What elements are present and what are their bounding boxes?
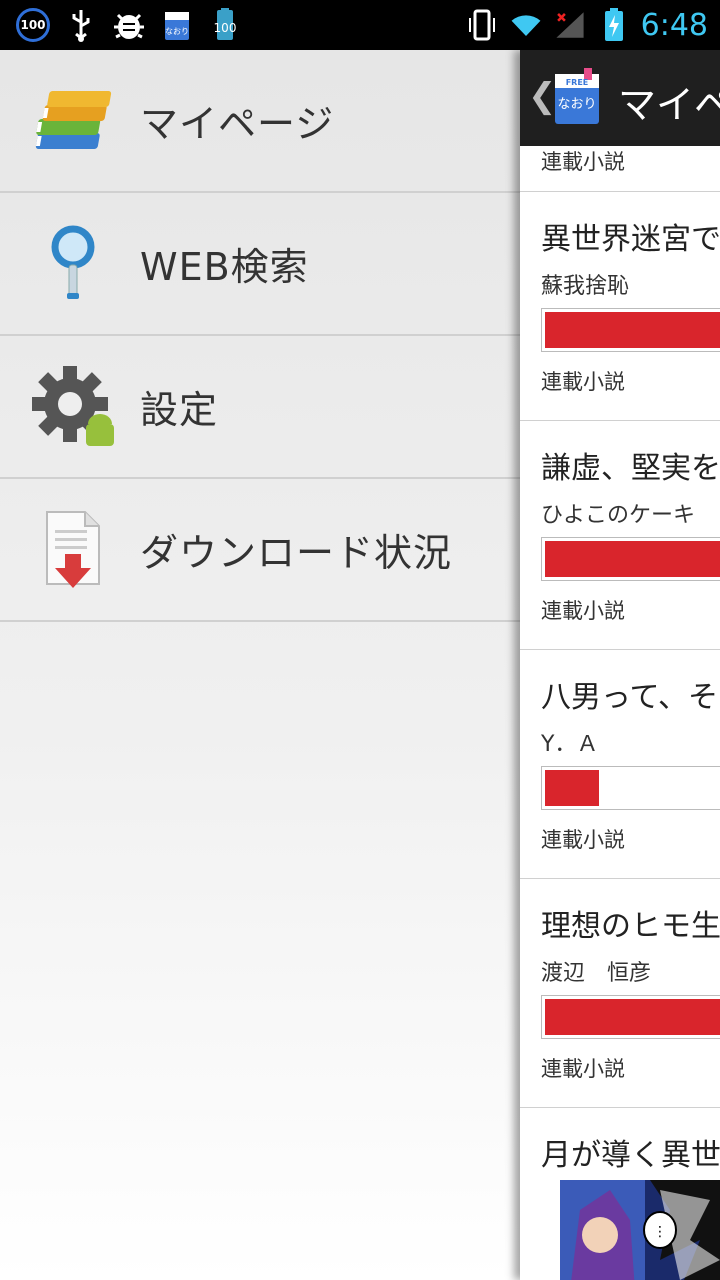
drawer-item-label: WEB検索 <box>140 245 309 289</box>
main-content: ❮ FREE なおり マイペ 連載小説 異世界迷宮で 蘇我捨恥 連載小説 謙虚、… <box>520 50 720 1280</box>
novel-list: 連載小説 異世界迷宮で 蘇我捨恥 連載小説 謙虚、堅実を ひよこのケーキ 連載小… <box>520 146 720 1280</box>
vibrate-icon <box>465 8 499 42</box>
novel-cover-thumbnail: ⋮ <box>560 1180 720 1280</box>
naori-app-icon: なおり <box>160 8 194 42</box>
progress-fill <box>545 999 720 1035</box>
novel-title: 月が導く異世 <box>541 1138 720 1173</box>
svg-text:なおり: なおり <box>165 27 189 36</box>
drawer-item-mypage[interactable]: マイページ <box>0 50 520 193</box>
clock-time: 6:48 <box>640 7 708 43</box>
novel-title: 謙虚、堅実を <box>541 451 720 486</box>
novel-author: 蘇我捨恥 <box>541 274 630 299</box>
badge-text: 100 <box>20 18 46 32</box>
list-item[interactable]: 理想のヒモ生 渡辺 恒彦 連載小説 <box>520 879 720 1108</box>
progress-bar <box>541 308 720 352</box>
settings-gear-icon <box>28 362 118 452</box>
battery-100-icon: 100 <box>208 8 242 42</box>
drawer-item-label: ダウンロード状況 <box>140 531 453 575</box>
novel-title: 理想のヒモ生 <box>541 909 720 944</box>
progress-fill <box>545 770 599 806</box>
novel-author: ひよこのケーキ <box>541 503 696 528</box>
progress-fill <box>545 312 720 348</box>
logo-main-text: なおり <box>557 97 596 112</box>
progress-bar <box>541 766 720 810</box>
magnifier-icon <box>28 219 118 309</box>
novel-type: 連載小説 <box>541 1057 625 1081</box>
drawer-item-settings[interactable]: 設定 <box>0 336 520 479</box>
usb-icon <box>64 8 98 42</box>
battery-charging-icon <box>597 8 631 42</box>
novel-type: 連載小説 <box>541 370 625 394</box>
novel-type: 連載小説 <box>541 150 625 174</box>
drawer-item-download-status[interactable]: ダウンロード状況 <box>0 479 520 622</box>
novel-type: 連載小説 <box>541 599 625 623</box>
navigation-drawer: マイページ WEB検索 設定 ダウンロード状況 <box>0 50 520 1280</box>
action-bar: ❮ FREE なおり マイペ <box>520 50 720 146</box>
battery-badge-text: 100 <box>214 21 237 35</box>
list-item-partial[interactable]: 連載小説 <box>520 146 720 192</box>
novel-author: 渡辺 恒彦 <box>541 961 652 986</box>
wifi-icon <box>509 8 543 42</box>
logo-free-text: FREE <box>566 78 589 87</box>
download-icon <box>28 505 118 595</box>
page-title: マイペ <box>618 83 720 127</box>
signal-icon <box>553 8 587 42</box>
drawer-item-label: 設定 <box>140 388 219 432</box>
list-item[interactable]: 月が導く異世 ⋮ <box>520 1108 720 1280</box>
list-item[interactable]: 謙虚、堅実を ひよこのケーキ 連載小説 <box>520 421 720 650</box>
list-item[interactable]: 異世界迷宮で 蘇我捨恥 連載小説 <box>520 192 720 421</box>
status-bar: 100 なおり 100 6:48 <box>0 0 720 50</box>
novel-type: 連載小説 <box>541 828 625 852</box>
drawer-item-web-search[interactable]: WEB検索 <box>0 193 520 336</box>
progress-bar <box>541 995 720 1039</box>
novel-author: Y．Ａ <box>541 732 599 757</box>
svg-text:⋮: ⋮ <box>653 1224 667 1240</box>
novel-title: 異世界迷宮で <box>541 222 720 257</box>
drawer-item-label: マイページ <box>140 102 335 146</box>
drawer-toggle-chevron-icon[interactable]: ❮ <box>528 76 557 116</box>
progress-bar <box>541 537 720 581</box>
badge-100-icon: 100 <box>16 8 50 42</box>
progress-fill <box>545 541 720 577</box>
books-icon <box>28 76 118 166</box>
novel-title: 八男って、そ <box>541 680 718 715</box>
list-item[interactable]: 八男って、そ Y．Ａ 連載小説 <box>520 650 720 879</box>
bug-icon <box>112 8 146 42</box>
naori-logo-icon[interactable]: FREE なおり <box>554 68 600 126</box>
